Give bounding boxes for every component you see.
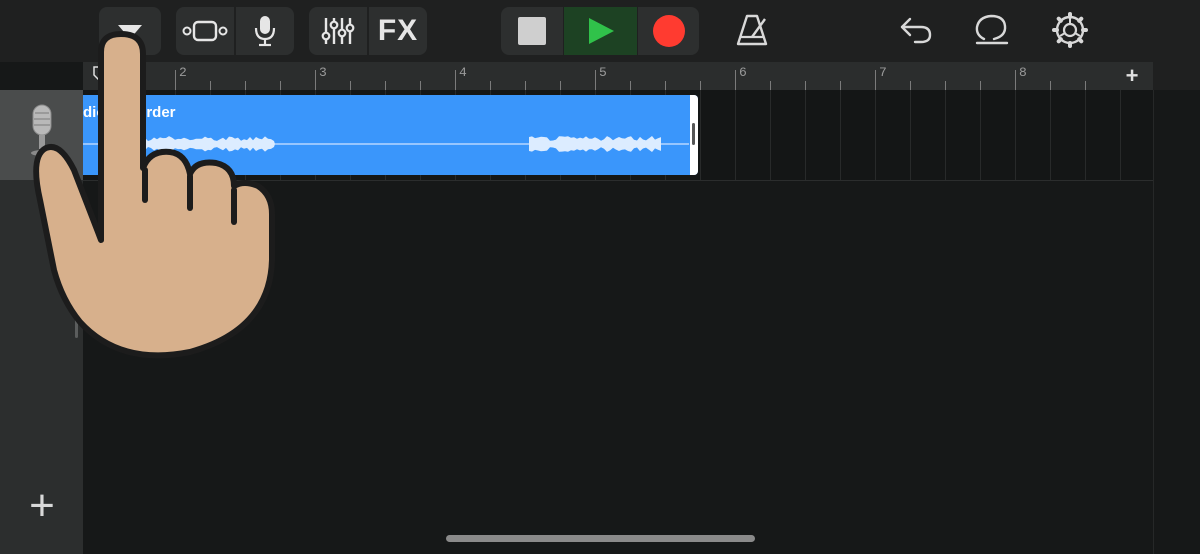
ruler-tick	[840, 81, 841, 90]
ruler-tick	[490, 81, 491, 90]
ruler-bar-number: 2	[179, 65, 187, 80]
track-header-audio-recorder[interactable]	[0, 90, 83, 180]
microphone-icon	[253, 14, 277, 48]
audio-region[interactable]: dio Recorder	[83, 95, 698, 175]
timeline-ruler[interactable]: 2 3 4 5 6 7 8	[83, 62, 1111, 90]
ruler-tick	[1015, 70, 1016, 90]
tracks-view-icon	[115, 21, 145, 41]
grid-line	[805, 90, 806, 180]
grid-line	[1050, 90, 1051, 180]
record-button[interactable]	[638, 7, 699, 55]
ruler-tick	[665, 81, 666, 90]
ruler-bar-number: 4	[459, 65, 467, 80]
region-resize-handle[interactable]	[690, 95, 698, 175]
ruler-tick	[525, 81, 526, 90]
ruler-bar-number: 8	[1019, 65, 1027, 80]
ruler-tick	[630, 81, 631, 90]
play-icon	[585, 15, 617, 47]
ruler-tick	[875, 70, 876, 90]
ruler-tick	[385, 81, 386, 90]
ruler-tick	[770, 81, 771, 90]
microphone-icon	[29, 103, 55, 168]
add-track-button[interactable]: +	[20, 484, 64, 528]
record-icon	[652, 14, 686, 48]
ruler-tick	[175, 70, 176, 90]
loop-icon	[974, 13, 1010, 52]
ruler-tick	[210, 81, 211, 90]
browser-icon	[181, 19, 229, 43]
grid-line	[735, 90, 736, 180]
ruler-tick	[280, 81, 281, 90]
ruler-tick	[245, 81, 246, 90]
ruler-tick	[595, 70, 596, 90]
add-section-button[interactable]: +	[1111, 62, 1153, 90]
add-section-label: +	[1125, 63, 1139, 88]
ruler-bar-number: 7	[879, 65, 887, 80]
stop-icon	[518, 17, 546, 45]
ruler-tick	[420, 81, 421, 90]
play-button[interactable]	[564, 7, 637, 55]
region-title: dio Recorder	[83, 104, 176, 121]
ruler-bar-number: 6	[739, 65, 747, 80]
add-track-label: +	[29, 481, 55, 530]
grid-line	[700, 90, 701, 180]
ruler-tick	[350, 81, 351, 90]
undo-icon	[899, 15, 933, 50]
track-area-right-strip	[1153, 90, 1200, 554]
grid-line	[840, 90, 841, 180]
undo-button[interactable]	[894, 10, 938, 54]
metronome-button[interactable]	[730, 10, 774, 54]
ruler-tick	[105, 81, 106, 90]
ruler-tick	[140, 81, 141, 90]
stop-button[interactable]	[501, 7, 563, 55]
fx-button[interactable]: FX	[369, 7, 427, 55]
grid-line	[1120, 90, 1121, 180]
smart-controls-button[interactable]	[236, 7, 294, 55]
ruler-tick	[1085, 81, 1086, 90]
ruler-tick	[315, 70, 316, 90]
fx-label: FX	[377, 14, 419, 47]
ruler-bar-number: 3	[319, 65, 327, 80]
loop-button[interactable]	[970, 10, 1014, 54]
ruler-tick	[910, 81, 911, 90]
grid-line	[875, 90, 876, 180]
home-indicator[interactable]	[446, 535, 755, 542]
tracks-view-button[interactable]	[99, 7, 161, 55]
grid-line	[945, 90, 946, 180]
settings-button[interactable]	[1048, 10, 1092, 54]
grid-line	[980, 90, 981, 180]
playhead[interactable]	[93, 66, 103, 81]
ruler-tick	[945, 81, 946, 90]
ruler-tick	[980, 81, 981, 90]
grid-line	[1015, 90, 1016, 180]
grid-line	[910, 90, 911, 180]
ruler-tick	[700, 81, 701, 90]
control-bar: FX	[0, 0, 1200, 62]
ruler-bar-number: 5	[599, 65, 607, 80]
ruler-tick	[455, 70, 456, 90]
mixer-button[interactable]	[309, 7, 367, 55]
grid-line	[1085, 90, 1086, 180]
browser-button[interactable]	[176, 7, 234, 55]
ruler-tick	[735, 70, 736, 90]
ruler-tick	[1050, 81, 1051, 90]
settings-icon	[1052, 11, 1088, 53]
metronome-icon	[735, 13, 769, 52]
ruler-corner	[1153, 62, 1200, 90]
ruler-tick	[560, 81, 561, 90]
waveform	[83, 136, 689, 152]
ruler-tick	[805, 81, 806, 90]
grid-line	[770, 90, 771, 180]
track-header-scroll-indicator	[75, 300, 78, 338]
mixer-icon	[320, 16, 356, 46]
